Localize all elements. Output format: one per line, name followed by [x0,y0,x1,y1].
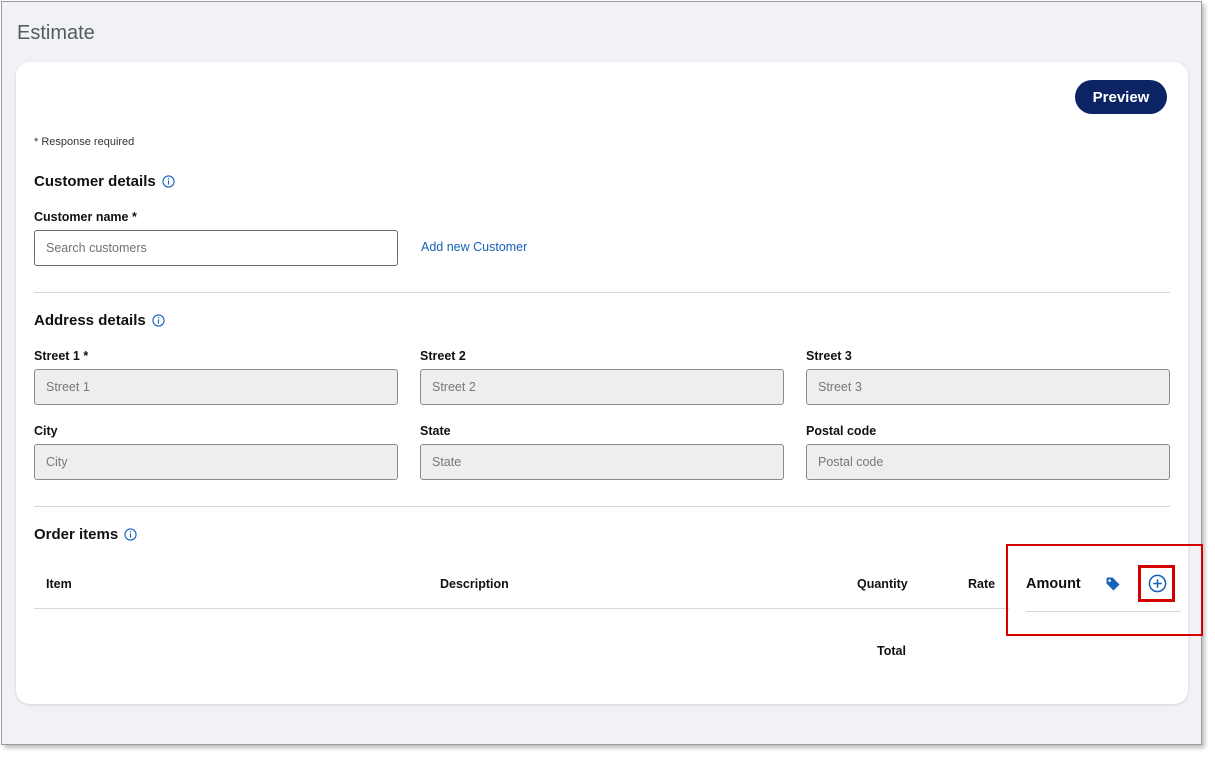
street2-label: Street 2 [420,349,466,363]
street1-field[interactable]: Street 1 [34,369,398,405]
required-note: * Response required [34,136,135,148]
street3-field[interactable]: Street 3 [806,369,1170,405]
add-circle-icon[interactable] [1148,574,1167,593]
postal-code-label: Postal code [806,424,877,438]
column-header-rate: Rate [968,577,996,591]
divider [34,292,1170,293]
address-details-heading: Address details [34,312,165,329]
address-details-title: Address details [34,312,146,329]
customer-details-heading: Customer details [34,173,175,190]
tag-icon[interactable] [1105,576,1121,592]
state-label: State [420,424,451,438]
total-label: Total [877,644,906,658]
customer-name-label: Customer name * [34,210,137,224]
order-items-heading: Order items [34,526,137,543]
page-title: Estimate [17,22,95,44]
info-icon[interactable] [162,175,175,188]
postal-code-field[interactable]: Postal code [806,444,1170,480]
street2-field[interactable]: Street 2 [420,369,784,405]
order-items-title: Order items [34,526,119,543]
city-label: City [34,424,58,438]
column-header-item: Item [46,577,72,591]
info-icon[interactable] [152,314,165,327]
divider [34,506,1170,507]
column-header-amount: Amount [1026,576,1081,592]
customer-search-input[interactable]: Search customers [34,230,398,266]
estimate-card: Preview * Response required Customer det… [16,62,1188,704]
table-header-divider [34,608,1009,609]
column-header-quantity: Quantity [857,577,908,591]
street3-label: Street 3 [806,349,852,363]
amount-header-divider [1026,611,1181,612]
city-field[interactable]: City [34,444,398,480]
column-header-description: Description [440,577,509,591]
app-window: Estimate Preview * Response required Cus… [1,1,1203,745]
preview-button[interactable]: Preview [1075,80,1167,114]
state-field[interactable]: State [420,444,784,480]
customer-details-title: Customer details [34,173,156,190]
info-icon[interactable] [124,528,137,541]
add-new-customer-link[interactable]: Add new Customer [421,240,527,254]
street1-label: Street 1 * [34,349,89,363]
